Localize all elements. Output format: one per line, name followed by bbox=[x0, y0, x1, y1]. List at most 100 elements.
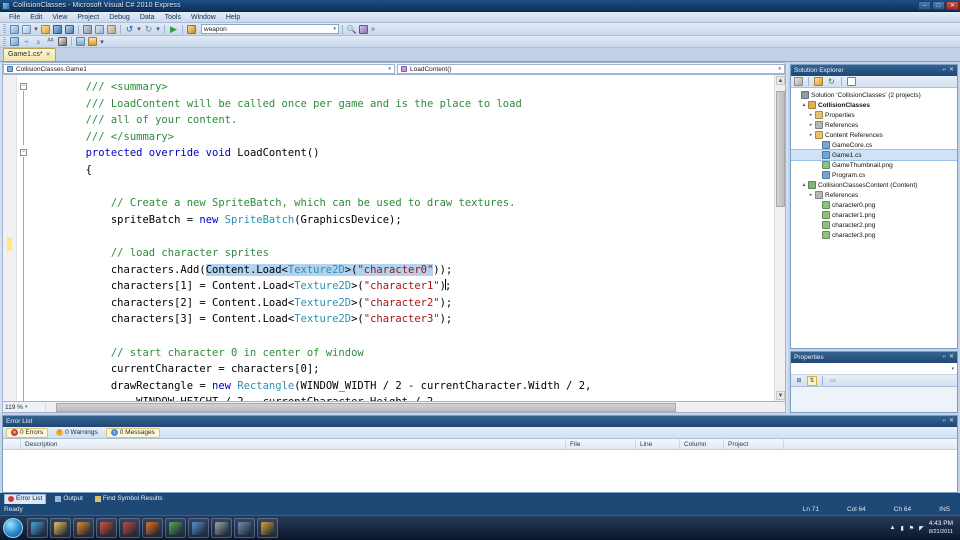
tree-item-properties[interactable]: ▸ Properties bbox=[791, 110, 957, 120]
properties-window-icon[interactable] bbox=[793, 76, 804, 87]
paste-icon[interactable] bbox=[106, 24, 117, 35]
indicator-margin[interactable] bbox=[3, 75, 17, 401]
redo-icon[interactable]: ↻ bbox=[143, 24, 154, 35]
close-icon[interactable]: ✕ bbox=[46, 49, 51, 61]
column-header-column[interactable]: Column bbox=[680, 438, 724, 450]
display-window-icon[interactable] bbox=[9, 36, 20, 47]
next-bookmark-icon[interactable]: ⌅ bbox=[33, 36, 44, 47]
warnings-filter-tab[interactable]: ! 0 Warnings bbox=[51, 428, 103, 438]
errors-filter-tab[interactable]: ✕ 0 Errors bbox=[6, 427, 49, 438]
categorized-view-icon[interactable]: ⊞ bbox=[794, 376, 804, 386]
menu-debug[interactable]: Debug bbox=[104, 12, 135, 23]
show-all-files-icon[interactable] bbox=[813, 76, 824, 87]
toolbar-overflow-icon[interactable]: » bbox=[370, 24, 376, 35]
expand-collapse-icon[interactable]: ▸ bbox=[807, 132, 815, 138]
installer-icon[interactable] bbox=[96, 518, 117, 538]
column-header-file[interactable]: File bbox=[566, 438, 636, 450]
toolbox-icon[interactable] bbox=[358, 24, 369, 35]
auto-hide-pin-icon[interactable]: ⌐ bbox=[942, 352, 946, 363]
firefox-icon[interactable] bbox=[142, 518, 163, 538]
outlining-margin[interactable]: − − bbox=[17, 75, 31, 401]
text-toolbar-grip[interactable] bbox=[3, 36, 6, 47]
archive-icon[interactable] bbox=[257, 518, 278, 538]
maximize-button[interactable]: □ bbox=[932, 1, 945, 10]
save-all-icon[interactable] bbox=[64, 24, 75, 35]
minimize-button[interactable]: – bbox=[918, 1, 931, 10]
tree-item-gamecore-cs[interactable]: GameCore.cs bbox=[791, 140, 957, 150]
chevron-down-icon[interactable]: ▾ bbox=[25, 404, 28, 410]
member-navigation-combo[interactable]: LoadContent() ▾ bbox=[397, 64, 785, 74]
show-hidden-icon[interactable]: ▲ bbox=[890, 525, 896, 531]
messages-filter-tab[interactable]: i 0 Messages bbox=[105, 427, 160, 438]
tree-item-character0-png[interactable]: character0.png bbox=[791, 200, 957, 210]
menu-tools[interactable]: Tools bbox=[160, 12, 186, 23]
code-editor[interactable]: − − /// <summary> /// LoadContent will b… bbox=[2, 74, 786, 402]
close-icon[interactable]: ✕ bbox=[949, 65, 954, 76]
tree-item-solution-collisionclasses-2-projects[interactable]: Solution 'CollisionClasses' (2 projects) bbox=[791, 90, 957, 100]
open-file-icon[interactable] bbox=[40, 24, 51, 35]
menu-window[interactable]: Window bbox=[186, 12, 221, 23]
menu-edit[interactable]: Edit bbox=[25, 12, 47, 23]
action-center-icon[interactable]: ⚑ bbox=[909, 525, 914, 532]
configuration-manager-icon[interactable] bbox=[186, 24, 197, 35]
properties-grid[interactable] bbox=[791, 387, 957, 412]
expand-collapse-icon[interactable]: ▸ bbox=[807, 112, 815, 118]
tool-icon[interactable] bbox=[234, 518, 255, 538]
comment-selection-icon[interactable]: ᴬᴬ bbox=[45, 36, 56, 47]
property-pages-icon[interactable]: ▭ bbox=[828, 376, 838, 386]
column-header-project[interactable]: Project bbox=[724, 438, 784, 450]
vertical-scroll-thumb[interactable] bbox=[776, 91, 785, 207]
paint-icon[interactable] bbox=[119, 518, 140, 538]
cut-icon[interactable] bbox=[82, 24, 93, 35]
expand-collapse-icon[interactable]: ▸ bbox=[807, 192, 815, 198]
editor-zoom-control[interactable]: 119 % ▾ bbox=[3, 404, 45, 411]
tree-item-gamethumbnail-png[interactable]: GameThumbnail.png bbox=[791, 160, 957, 170]
tree-item-references[interactable]: ▸ References bbox=[791, 120, 957, 130]
alphabetical-view-icon[interactable]: ⇅ bbox=[807, 375, 817, 386]
refresh-icon[interactable]: ↻ bbox=[826, 76, 837, 87]
camera-icon[interactable] bbox=[211, 518, 232, 538]
menu-view[interactable]: View bbox=[47, 12, 72, 23]
add-new-item-icon[interactable] bbox=[21, 24, 32, 35]
solution-explorer-tree[interactable]: Solution 'CollisionClasses' (2 projects)… bbox=[791, 88, 957, 348]
view-designer-icon[interactable] bbox=[846, 76, 857, 87]
increase-indent-icon[interactable] bbox=[75, 36, 86, 47]
menu-file[interactable]: File bbox=[4, 12, 25, 23]
close-icon[interactable]: ✕ bbox=[949, 352, 954, 363]
expand-collapse-icon[interactable]: ▲ bbox=[800, 102, 808, 108]
toolbar-grip[interactable] bbox=[3, 24, 6, 34]
configuration-combo[interactable]: weapon ▾ bbox=[201, 24, 339, 34]
tab-find-symbol-results[interactable]: Find Symbol Results bbox=[92, 494, 166, 504]
document-icon[interactable] bbox=[188, 518, 209, 538]
column-header-line[interactable]: Line bbox=[636, 438, 680, 450]
error-list-rows[interactable] bbox=[3, 450, 957, 492]
tree-item-character2-png[interactable]: character2.png bbox=[791, 220, 957, 230]
new-project-icon[interactable] bbox=[9, 24, 20, 35]
menu-project[interactable]: Project bbox=[72, 12, 104, 23]
copy-icon[interactable] bbox=[94, 24, 105, 35]
tree-item-character3-png[interactable]: character3.png bbox=[791, 230, 957, 240]
code-text-content[interactable]: /// <summary> /// LoadContent will be ca… bbox=[31, 75, 785, 401]
toggle-bookmark-icon[interactable]: ⌁ bbox=[21, 36, 32, 47]
undo-icon[interactable]: ↺ bbox=[124, 24, 135, 35]
collapse-icon-method[interactable]: − bbox=[20, 149, 27, 156]
tree-item-content-references[interactable]: ▸ Content References bbox=[791, 130, 957, 140]
type-navigation-combo[interactable]: CollisionClasses.Game1 ▾ bbox=[3, 64, 395, 74]
decrease-indent-icon[interactable] bbox=[87, 36, 98, 47]
tree-item-references[interactable]: ▸ References bbox=[791, 190, 957, 200]
media-player-icon[interactable] bbox=[73, 518, 94, 538]
expand-collapse-icon[interactable]: ▲ bbox=[800, 182, 808, 188]
visual-studio-icon[interactable] bbox=[165, 518, 186, 538]
add-item-dropdown-icon[interactable]: ▾ bbox=[33, 24, 39, 35]
start-debugging-icon[interactable]: ▶ bbox=[168, 24, 179, 35]
folder-explorer-icon[interactable] bbox=[50, 518, 71, 538]
internet-explorer-icon[interactable] bbox=[27, 518, 48, 538]
redo-dropdown-icon[interactable]: ▾ bbox=[155, 24, 161, 35]
column-header-icon[interactable] bbox=[3, 438, 21, 450]
auto-hide-pin-icon[interactable]: ⌐ bbox=[942, 416, 946, 427]
auto-hide-pin-icon[interactable]: ⌐ bbox=[942, 65, 946, 76]
undo-dropdown-icon[interactable]: ▾ bbox=[136, 24, 142, 35]
properties-object-combo[interactable]: ▾ bbox=[791, 363, 957, 375]
taskbar-clock[interactable]: 4:43 PM 8/21/2011 bbox=[929, 520, 953, 536]
tree-item-character1-png[interactable]: character1.png bbox=[791, 210, 957, 220]
